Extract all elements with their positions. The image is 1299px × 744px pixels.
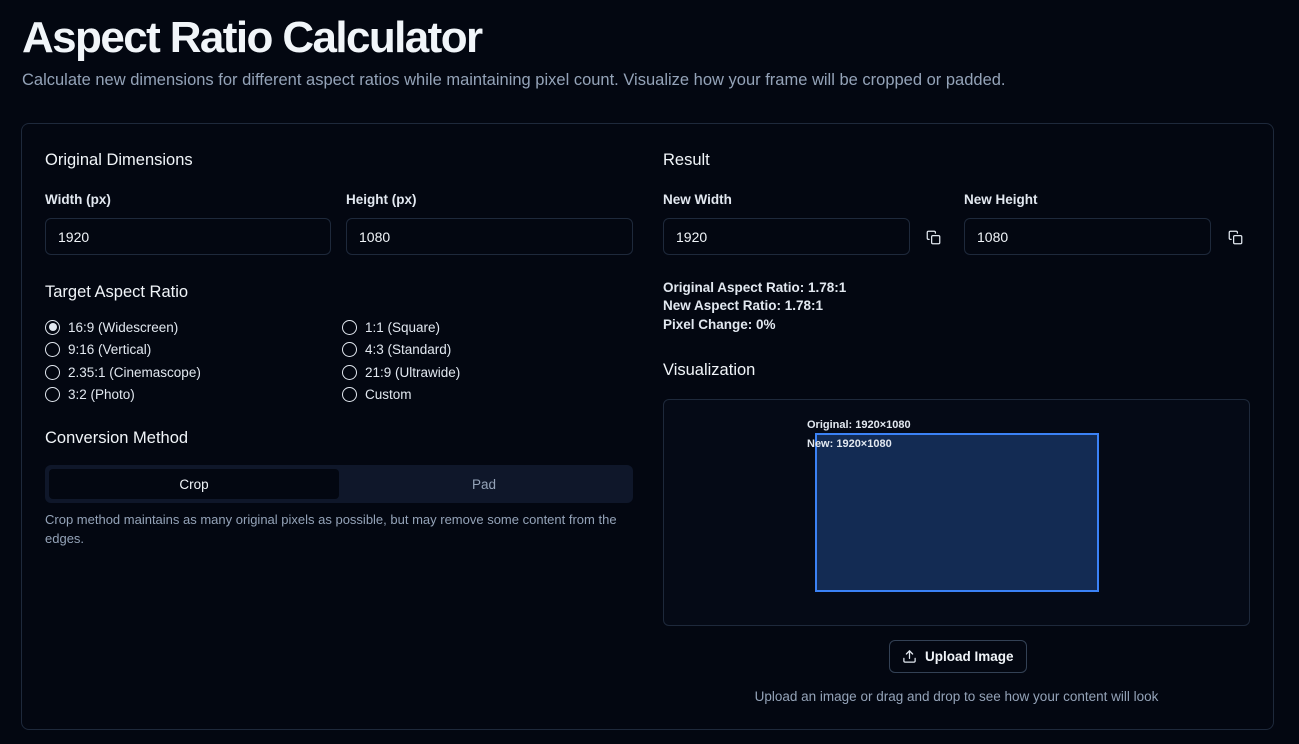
height-input[interactable] [346,218,633,255]
radio-label: 3:2 (Photo) [68,386,135,402]
new-width-input[interactable] [663,218,910,255]
radio-label: 9:16 (Vertical) [68,341,152,357]
original-frame-label: Original: 1920×1080 [807,419,911,431]
upload-icon [903,650,916,663]
radio-custom[interactable]: Custom [342,385,412,403]
radio-2-35-1[interactable]: 2.35:1 (Cinemascope) [45,363,201,381]
radio-label: 1:1 (Square) [365,319,441,335]
conversion-method-toggle: Crop Pad [45,465,633,503]
pad-tab[interactable]: Pad [339,469,629,499]
conversion-method-title: Conversion Method [45,429,189,447]
new-aspect-ratio: New Aspect Ratio: 1.78:1 [663,298,824,313]
new-height-label: New Height [964,192,1038,207]
new-frame [815,433,1099,592]
radio-label: 2.35:1 (Cinemascope) [68,364,201,380]
page-subtitle: Calculate new dimensions for different a… [22,71,1006,89]
radio-label: 21:9 (Ultrawide) [365,364,461,380]
new-height-input[interactable] [964,218,1211,255]
result-title: Result [663,151,710,169]
radio-indicator[interactable] [342,364,357,380]
new-frame-label: New: 1920×1080 [807,438,892,450]
radio-9-16[interactable]: 9:16 (Vertical) [45,340,151,358]
radio-indicator[interactable] [45,341,60,357]
radio-indicator[interactable] [342,341,357,357]
width-input[interactable] [45,218,331,255]
radio-indicator[interactable] [342,386,357,402]
radio-label: 4:3 (Standard) [365,341,452,357]
radio-4-3[interactable]: 4:3 (Standard) [342,340,451,358]
page-title: Aspect Ratio Calculator [22,13,483,62]
method-description: Crop method maintains as many original p… [45,512,617,546]
width-label: Width (px) [45,192,111,207]
radio-1-1[interactable]: 1:1 (Square) [342,318,440,336]
visualization-canvas[interactable]: Original: 1920×1080 New: 1920×1080 [663,399,1250,626]
upload-hint: Upload an image or drag and drop to see … [754,689,1159,704]
original-aspect-ratio: Original Aspect Ratio: 1.78:1 [663,280,847,295]
upload-image-button[interactable]: Upload Image [889,640,1027,673]
upload-image-label: Upload Image [925,649,1014,664]
new-width-label: New Width [663,192,732,207]
calculator-card: Original Dimensions Width (px) Height (p… [21,123,1274,730]
radio-3-2[interactable]: 3:2 (Photo) [45,385,135,403]
original-dimensions-title: Original Dimensions [45,151,193,169]
visualization-title: Visualization [663,361,756,379]
pixel-change: Pixel Change: 0% [663,317,776,332]
copy-height-button[interactable] [1221,223,1249,251]
radio-16-9[interactable]: 16:9 (Widescreen) [45,318,178,336]
copy-icon [1228,230,1242,244]
radio-indicator[interactable] [342,319,357,335]
copy-width-button[interactable] [919,223,947,251]
radio-label: 16:9 (Widescreen) [68,319,179,335]
crop-tab[interactable]: Crop [49,469,339,499]
target-aspect-ratio-title: Target Aspect Ratio [45,283,189,301]
radio-indicator[interactable] [45,386,60,402]
height-label: Height (px) [346,192,417,207]
radio-label: Custom [365,386,412,402]
radio-indicator-checked[interactable] [45,319,60,335]
copy-icon [926,230,940,244]
radio-indicator[interactable] [45,364,60,380]
radio-21-9[interactable]: 21:9 (Ultrawide) [342,363,460,381]
